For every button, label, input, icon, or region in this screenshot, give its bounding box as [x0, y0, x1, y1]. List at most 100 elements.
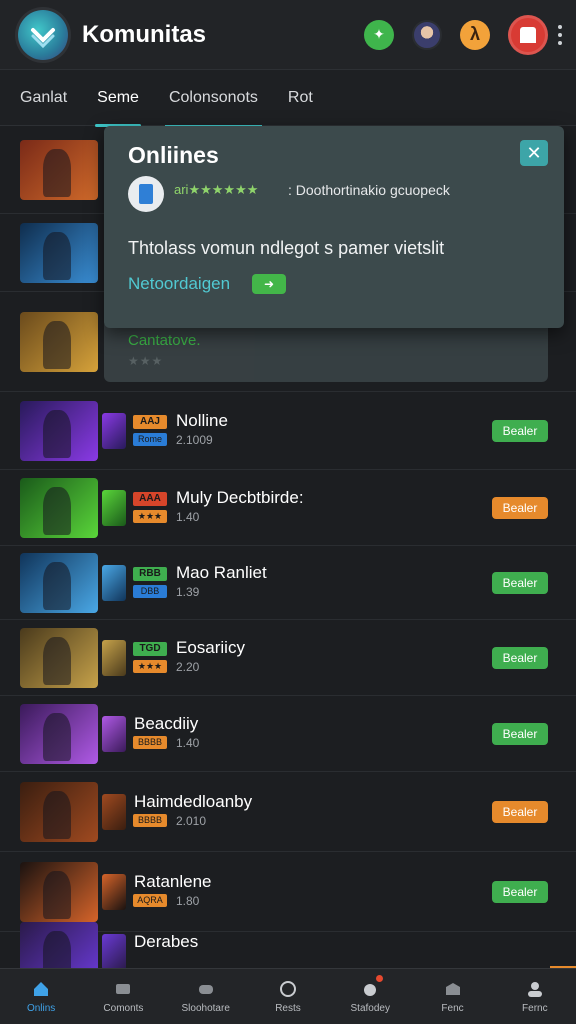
game-tag: TGD	[133, 642, 167, 656]
popup-title: Onliines	[128, 142, 219, 168]
game-subtag: ★★★	[133, 510, 167, 523]
game-row[interactable]: Muly Decbtbirde: AAA ★★★ 1.40 Bealer	[0, 470, 576, 546]
nav-label: Onlins	[26, 1003, 56, 1014]
character-figure	[43, 871, 72, 919]
store-icon	[443, 979, 463, 999]
game-thumbnail	[20, 312, 98, 372]
game-meta: 1.39	[176, 585, 200, 599]
character-figure	[43, 791, 72, 839]
game-thumbnail	[20, 478, 98, 538]
online-popup: Onliines ✕ ari★★★★★★ : Doothortinakio gc…	[104, 126, 564, 328]
game-action-button[interactable]: Bealer	[492, 723, 548, 745]
nav-item-notification[interactable]: Stafodey	[329, 969, 411, 1024]
game-subtag: BBBB	[133, 736, 167, 749]
game-subtag: DBB	[133, 585, 167, 598]
nav-item-gamepad[interactable]: Sloohotare	[165, 969, 247, 1024]
popup-developer: : Doothortinakio gcuopeck	[288, 182, 450, 198]
game-subtag: Rome	[133, 433, 167, 446]
game-meta: 1.40	[176, 736, 200, 750]
nav-label: Comonts	[103, 1003, 144, 1014]
nav-label: Stafodey	[350, 1003, 390, 1014]
game-meta: 1.40	[176, 510, 200, 524]
game-action-button[interactable]: Bealer	[492, 420, 548, 442]
character-figure	[43, 321, 72, 369]
game-subtag: BBBB	[133, 814, 167, 827]
game-row[interactable]: Beacdiiy BBBB 1.40 Bealer	[0, 696, 576, 772]
game-badge-icon	[102, 794, 126, 830]
game-badge-icon	[102, 716, 126, 752]
tab-seme[interactable]: Seme	[95, 70, 141, 127]
game-thumbnail	[20, 782, 98, 842]
game-thumbnail	[20, 553, 98, 613]
add-icon[interactable]: ✦	[364, 19, 394, 50]
nav-item-circle[interactable]: Rests	[247, 969, 329, 1024]
game-row[interactable]: Nolline AAJ Rome 2.1009 Bealer	[0, 392, 576, 470]
underlying-card-stars: ★★★	[128, 354, 164, 368]
game-tag: AAA	[133, 492, 167, 506]
nav-item-chat[interactable]: Comonts	[82, 969, 164, 1024]
underlying-card-title: Cantatove.	[128, 332, 201, 349]
logo-check-icon	[31, 27, 55, 48]
profile-avatar-icon[interactable]	[508, 14, 548, 55]
nav-label: Fernc	[522, 1003, 548, 1014]
popup-go-button[interactable]: ➜	[252, 274, 286, 294]
game-name: Ratanlene	[134, 872, 212, 891]
game-name: Eosariicy	[176, 638, 245, 657]
game-name: Haimdedloanby	[134, 792, 253, 811]
game-tag: AAJ	[133, 415, 167, 429]
game-action-button[interactable]: Bealer	[492, 497, 548, 519]
game-subtag: AQRA	[133, 894, 167, 907]
circle-icon	[278, 979, 298, 999]
nav-item-store[interactable]: Fenc	[411, 969, 493, 1024]
game-meta: 2.20	[176, 660, 200, 674]
game-thumbnail	[20, 704, 98, 764]
app-logo[interactable]	[18, 9, 68, 60]
character-figure	[43, 232, 72, 280]
game-row[interactable]: Haimdedloanby BBBB 2.010 Bealer	[0, 772, 576, 852]
game-row[interactable]: Eosariicy TGD ★★★ 2.20 Bealer	[0, 620, 576, 696]
game-row[interactable]: Ratanlene AQRA 1.80 Bealer	[0, 852, 576, 932]
game-badge-icon	[102, 934, 126, 970]
nav-item-profile[interactable]: Fernc	[494, 969, 576, 1024]
character-figure	[43, 562, 72, 610]
game-thumbnail	[20, 862, 98, 922]
app-title: Komunitas	[82, 20, 207, 48]
character-figure	[43, 637, 72, 685]
nav-item-home[interactable]: Onlins	[0, 969, 82, 1024]
character-figure	[43, 410, 72, 458]
tab-bar: Ganlat Seme Colonsonots Rot	[0, 70, 576, 127]
tab-colonsonots[interactable]: Colonsonots	[164, 70, 262, 127]
friends-avatar-icon[interactable]	[412, 19, 442, 50]
underlying-card[interactable]: Cantatove. ★★★	[104, 320, 548, 382]
game-action-button[interactable]: Bealer	[492, 801, 548, 823]
game-thumbnail	[20, 223, 98, 283]
notification-icon	[360, 979, 380, 999]
nav-label: Rests	[275, 1003, 301, 1014]
app-root: Komunitas ✦ λ Ganlat Seme Colonsonots Ro…	[0, 0, 576, 1024]
close-icon[interactable]: ✕	[520, 140, 548, 166]
gamepad-icon	[196, 979, 216, 999]
game-meta: 2.1009	[176, 433, 213, 447]
lambda-icon[interactable]: λ	[460, 19, 490, 50]
game-meta: 2.010	[176, 814, 207, 828]
game-tag: RBB	[133, 567, 167, 581]
game-action-button[interactable]: Bealer	[492, 881, 548, 903]
game-name: Mao Ranliet	[176, 563, 267, 582]
nav-label: Fenc	[441, 1003, 464, 1014]
game-name: Derabes	[134, 932, 199, 951]
game-thumbnail	[20, 140, 98, 200]
tab-rot[interactable]: Rot	[288, 70, 313, 126]
more-menu-icon[interactable]	[558, 24, 562, 45]
chat-icon	[113, 979, 133, 999]
game-action-button[interactable]: Bealer	[492, 647, 548, 669]
app-icon	[128, 176, 164, 212]
popup-description: Thtolass vomun ndlegot s pamer vietslit	[128, 238, 445, 258]
game-row[interactable]: Mao Ranliet RBB DBB 1.39 Bealer	[0, 546, 576, 620]
game-subtag: ★★★	[133, 660, 167, 673]
tab-ganlat[interactable]: Ganlat	[20, 70, 67, 126]
popup-link[interactable]: Netoordaigen	[128, 274, 230, 294]
game-row[interactable]: Derabes	[0, 922, 576, 982]
nav-label: Sloohotare	[181, 1003, 230, 1014]
game-action-button[interactable]: Bealer	[492, 572, 548, 594]
profile-icon	[525, 979, 545, 999]
